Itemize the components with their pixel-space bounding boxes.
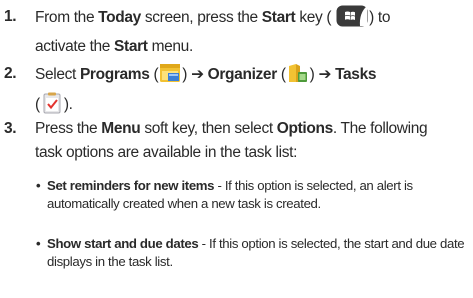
organizer-label: Organizer — [207, 66, 278, 83]
bullet-mark: • — [36, 236, 41, 251]
option-title: Set reminders for new items — [47, 178, 215, 193]
step-text: Select Programs ( ) ➔ Organizer ( ) ➔ Ta… — [35, 62, 470, 122]
step-number: 2. — [4, 65, 17, 82]
windows-start-key-icon — [336, 5, 368, 35]
option-bullet: • Set reminders for new items - If this … — [36, 177, 470, 213]
arrow: ➔ — [318, 66, 332, 83]
step-2: 2. Select Programs ( ) ➔ Organizer ( ) ➔… — [4, 62, 470, 122]
start-label: Start — [261, 9, 296, 26]
step-number: 3. — [4, 120, 17, 137]
options-label: Options — [276, 120, 333, 137]
programs-folder-icon — [159, 62, 181, 92]
option-text: Show start and due dates - If this optio… — [47, 236, 465, 269]
option-text: Set reminders for new items - If this op… — [47, 178, 413, 211]
step-number: 1. — [4, 8, 17, 25]
option-title: Show start and due dates — [47, 236, 199, 251]
tasks-label: Tasks — [335, 66, 377, 83]
step-text: Press the Menu soft key, then select Opt… — [35, 120, 428, 161]
step-3: 3. Press the Menu soft key, then select … — [4, 117, 470, 165]
option-bullet: • Show start and due dates - If this opt… — [36, 235, 470, 271]
step-1: 1. From the Today screen, press the Star… — [4, 5, 470, 59]
bullet-mark: • — [36, 178, 41, 193]
arrow: ➔ — [191, 66, 204, 83]
manual-page: 1. From the Today screen, press the Star… — [0, 0, 473, 298]
today-label: Today — [98, 9, 141, 26]
step-text: From the Today screen, press the Start k… — [35, 5, 470, 59]
menu-label: Menu — [101, 120, 141, 137]
programs-label: Programs — [79, 66, 150, 83]
organizer-folder-icon — [287, 62, 309, 92]
